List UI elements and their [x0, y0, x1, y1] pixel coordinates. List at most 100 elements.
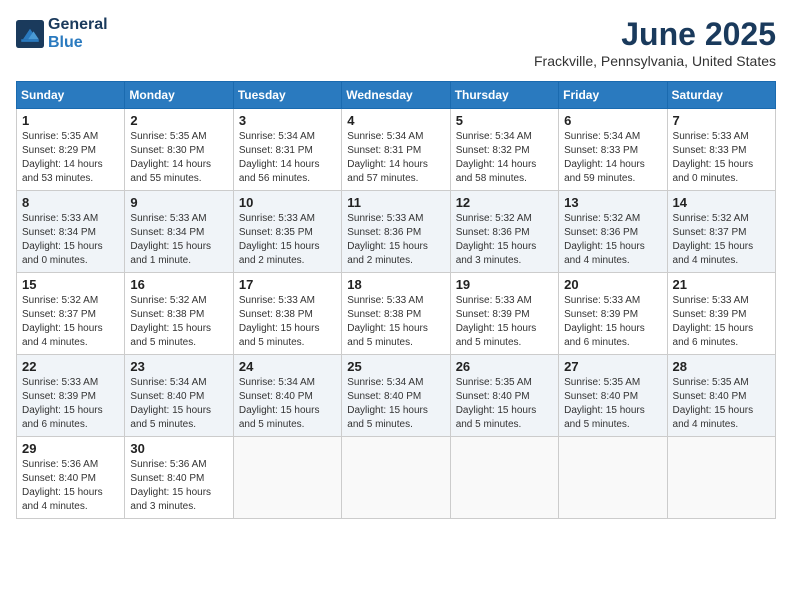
day-info: Sunrise: 5:34 AM Sunset: 8:40 PM Dayligh… — [239, 376, 336, 432]
day-number: 11 — [347, 195, 444, 210]
day-info: Sunrise: 5:34 AM Sunset: 8:32 PM Dayligh… — [456, 130, 553, 186]
day-number: 16 — [130, 277, 227, 292]
day-header-saturday: Saturday — [667, 82, 775, 109]
day-info: Sunrise: 5:33 AM Sunset: 8:39 PM Dayligh… — [22, 376, 119, 432]
day-number: 4 — [347, 113, 444, 128]
calendar-cell: 1 Sunrise: 5:35 AM Sunset: 8:29 PM Daylig… — [17, 109, 125, 191]
calendar-cell: 9 Sunrise: 5:33 AM Sunset: 8:34 PM Daylig… — [125, 191, 233, 273]
calendar-cell: 16 Sunrise: 5:32 AM Sunset: 8:38 PM Dayli… — [125, 273, 233, 355]
logo-icon — [16, 20, 44, 48]
calendar-cell — [667, 437, 775, 519]
calendar-cell: 7 Sunrise: 5:33 AM Sunset: 8:33 PM Daylig… — [667, 109, 775, 191]
calendar-cell: 30 Sunrise: 5:36 AM Sunset: 8:40 PM Dayli… — [125, 437, 233, 519]
calendar-cell: 26 Sunrise: 5:35 AM Sunset: 8:40 PM Dayli… — [450, 355, 558, 437]
calendar-cell: 22 Sunrise: 5:33 AM Sunset: 8:39 PM Dayli… — [17, 355, 125, 437]
calendar-cell: 14 Sunrise: 5:32 AM Sunset: 8:37 PM Dayli… — [667, 191, 775, 273]
day-number: 28 — [673, 359, 770, 374]
day-info: Sunrise: 5:35 AM Sunset: 8:29 PM Dayligh… — [22, 130, 119, 186]
calendar-cell: 20Sunrise: 5:33 AM Sunset: 8:39 PM Dayli… — [559, 273, 667, 355]
day-info: Sunrise: 5:33 AM Sunset: 8:34 PM Dayligh… — [22, 212, 119, 268]
location: Frackville, Pennsylvania, United States — [534, 53, 776, 69]
calendar-cell — [559, 437, 667, 519]
day-number: 9 — [130, 195, 227, 210]
day-info: Sunrise: 5:32 AM Sunset: 8:36 PM Dayligh… — [564, 212, 661, 268]
day-header-thursday: Thursday — [450, 82, 558, 109]
day-number: 12 — [456, 195, 553, 210]
day-number: 29 — [22, 441, 119, 456]
calendar-cell: 29 Sunrise: 5:36 AM Sunset: 8:40 PM Dayli… — [17, 437, 125, 519]
calendar-cell: 10 Sunrise: 5:33 AM Sunset: 8:35 PM Dayli… — [233, 191, 341, 273]
day-info: Sunrise: 5:34 AM Sunset: 8:31 PM Dayligh… — [239, 130, 336, 186]
day-info: Sunrise: 5:35 AM Sunset: 8:40 PM Dayligh… — [673, 376, 770, 432]
day-info: Sunrise: 5:33 AM Sunset: 8:39 PM Dayligh… — [456, 294, 553, 350]
calendar-cell: 19Sunrise: 5:33 AM Sunset: 8:39 PM Dayli… — [450, 273, 558, 355]
calendar-cell: 25 Sunrise: 5:34 AM Sunset: 8:40 PM Dayli… — [342, 355, 450, 437]
day-number: 1 — [22, 113, 119, 128]
calendar-cell: 15Sunrise: 5:32 AM Sunset: 8:37 PM Dayli… — [17, 273, 125, 355]
day-number: 7 — [673, 113, 770, 128]
calendar-week-row: 22 Sunrise: 5:33 AM Sunset: 8:39 PM Dayli… — [17, 355, 776, 437]
calendar-cell — [342, 437, 450, 519]
logo-text: General Blue — [48, 16, 108, 52]
day-number: 30 — [130, 441, 227, 456]
calendar-cell: 12 Sunrise: 5:32 AM Sunset: 8:36 PM Dayli… — [450, 191, 558, 273]
day-info: Sunrise: 5:32 AM Sunset: 8:38 PM Dayligh… — [130, 294, 227, 350]
day-number: 10 — [239, 195, 336, 210]
day-info: Sunrise: 5:35 AM Sunset: 8:40 PM Dayligh… — [564, 376, 661, 432]
day-number: 26 — [456, 359, 553, 374]
calendar-cell — [450, 437, 558, 519]
day-header-monday: Monday — [125, 82, 233, 109]
calendar-week-row: 15Sunrise: 5:32 AM Sunset: 8:37 PM Dayli… — [17, 273, 776, 355]
day-info: Sunrise: 5:33 AM Sunset: 8:38 PM Dayligh… — [347, 294, 444, 350]
calendar-week-row: 8 Sunrise: 5:33 AM Sunset: 8:34 PM Daylig… — [17, 191, 776, 273]
day-number: 27 — [564, 359, 661, 374]
day-info: Sunrise: 5:33 AM Sunset: 8:39 PM Dayligh… — [673, 294, 770, 350]
day-number: 2 — [130, 113, 227, 128]
day-info: Sunrise: 5:33 AM Sunset: 8:38 PM Dayligh… — [239, 294, 336, 350]
day-number: 20 — [564, 277, 661, 292]
day-number: 25 — [347, 359, 444, 374]
page-header: General Blue June 2025 Frackville, Penns… — [16, 16, 776, 69]
title-block: June 2025 Frackville, Pennsylvania, Unit… — [534, 16, 776, 69]
calendar-cell: 4 Sunrise: 5:34 AM Sunset: 8:31 PM Daylig… — [342, 109, 450, 191]
day-number: 6 — [564, 113, 661, 128]
day-info: Sunrise: 5:36 AM Sunset: 8:40 PM Dayligh… — [130, 458, 227, 514]
calendar-cell: 8 Sunrise: 5:33 AM Sunset: 8:34 PM Daylig… — [17, 191, 125, 273]
day-number: 5 — [456, 113, 553, 128]
day-info: Sunrise: 5:34 AM Sunset: 8:31 PM Dayligh… — [347, 130, 444, 186]
day-header-wednesday: Wednesday — [342, 82, 450, 109]
day-number: 22 — [22, 359, 119, 374]
day-number: 24 — [239, 359, 336, 374]
day-info: Sunrise: 5:32 AM Sunset: 8:36 PM Dayligh… — [456, 212, 553, 268]
calendar-week-row: 1 Sunrise: 5:35 AM Sunset: 8:29 PM Daylig… — [17, 109, 776, 191]
day-info: Sunrise: 5:32 AM Sunset: 8:37 PM Dayligh… — [22, 294, 119, 350]
day-number: 3 — [239, 113, 336, 128]
day-number: 21 — [673, 277, 770, 292]
calendar-cell: 11 Sunrise: 5:33 AM Sunset: 8:36 PM Dayli… — [342, 191, 450, 273]
day-number: 17 — [239, 277, 336, 292]
month-title: June 2025 — [534, 16, 776, 53]
calendar-cell — [233, 437, 341, 519]
day-info: Sunrise: 5:33 AM Sunset: 8:33 PM Dayligh… — [673, 130, 770, 186]
calendar-cell: 18 Sunrise: 5:33 AM Sunset: 8:38 PM Dayli… — [342, 273, 450, 355]
day-number: 8 — [22, 195, 119, 210]
logo: General Blue — [16, 16, 108, 52]
calendar-cell: 21 Sunrise: 5:33 AM Sunset: 8:39 PM Dayli… — [667, 273, 775, 355]
day-info: Sunrise: 5:34 AM Sunset: 8:40 PM Dayligh… — [347, 376, 444, 432]
calendar-week-row: 29 Sunrise: 5:36 AM Sunset: 8:40 PM Dayli… — [17, 437, 776, 519]
day-info: Sunrise: 5:33 AM Sunset: 8:36 PM Dayligh… — [347, 212, 444, 268]
day-info: Sunrise: 5:35 AM Sunset: 8:40 PM Dayligh… — [456, 376, 553, 432]
calendar-cell: 24 Sunrise: 5:34 AM Sunset: 8:40 PM Dayli… — [233, 355, 341, 437]
day-number: 14 — [673, 195, 770, 210]
calendar-cell: 28 Sunrise: 5:35 AM Sunset: 8:40 PM Dayli… — [667, 355, 775, 437]
day-info: Sunrise: 5:32 AM Sunset: 8:37 PM Dayligh… — [673, 212, 770, 268]
day-info: Sunrise: 5:36 AM Sunset: 8:40 PM Dayligh… — [22, 458, 119, 514]
calendar-cell: 27 Sunrise: 5:35 AM Sunset: 8:40 PM Dayli… — [559, 355, 667, 437]
day-number: 18 — [347, 277, 444, 292]
day-info: Sunrise: 5:33 AM Sunset: 8:34 PM Dayligh… — [130, 212, 227, 268]
day-info: Sunrise: 5:34 AM Sunset: 8:40 PM Dayligh… — [130, 376, 227, 432]
calendar-cell: 23Sunrise: 5:34 AM Sunset: 8:40 PM Dayli… — [125, 355, 233, 437]
calendar-cell: 13 Sunrise: 5:32 AM Sunset: 8:36 PM Dayli… — [559, 191, 667, 273]
day-number: 13 — [564, 195, 661, 210]
day-info: Sunrise: 5:33 AM Sunset: 8:35 PM Dayligh… — [239, 212, 336, 268]
